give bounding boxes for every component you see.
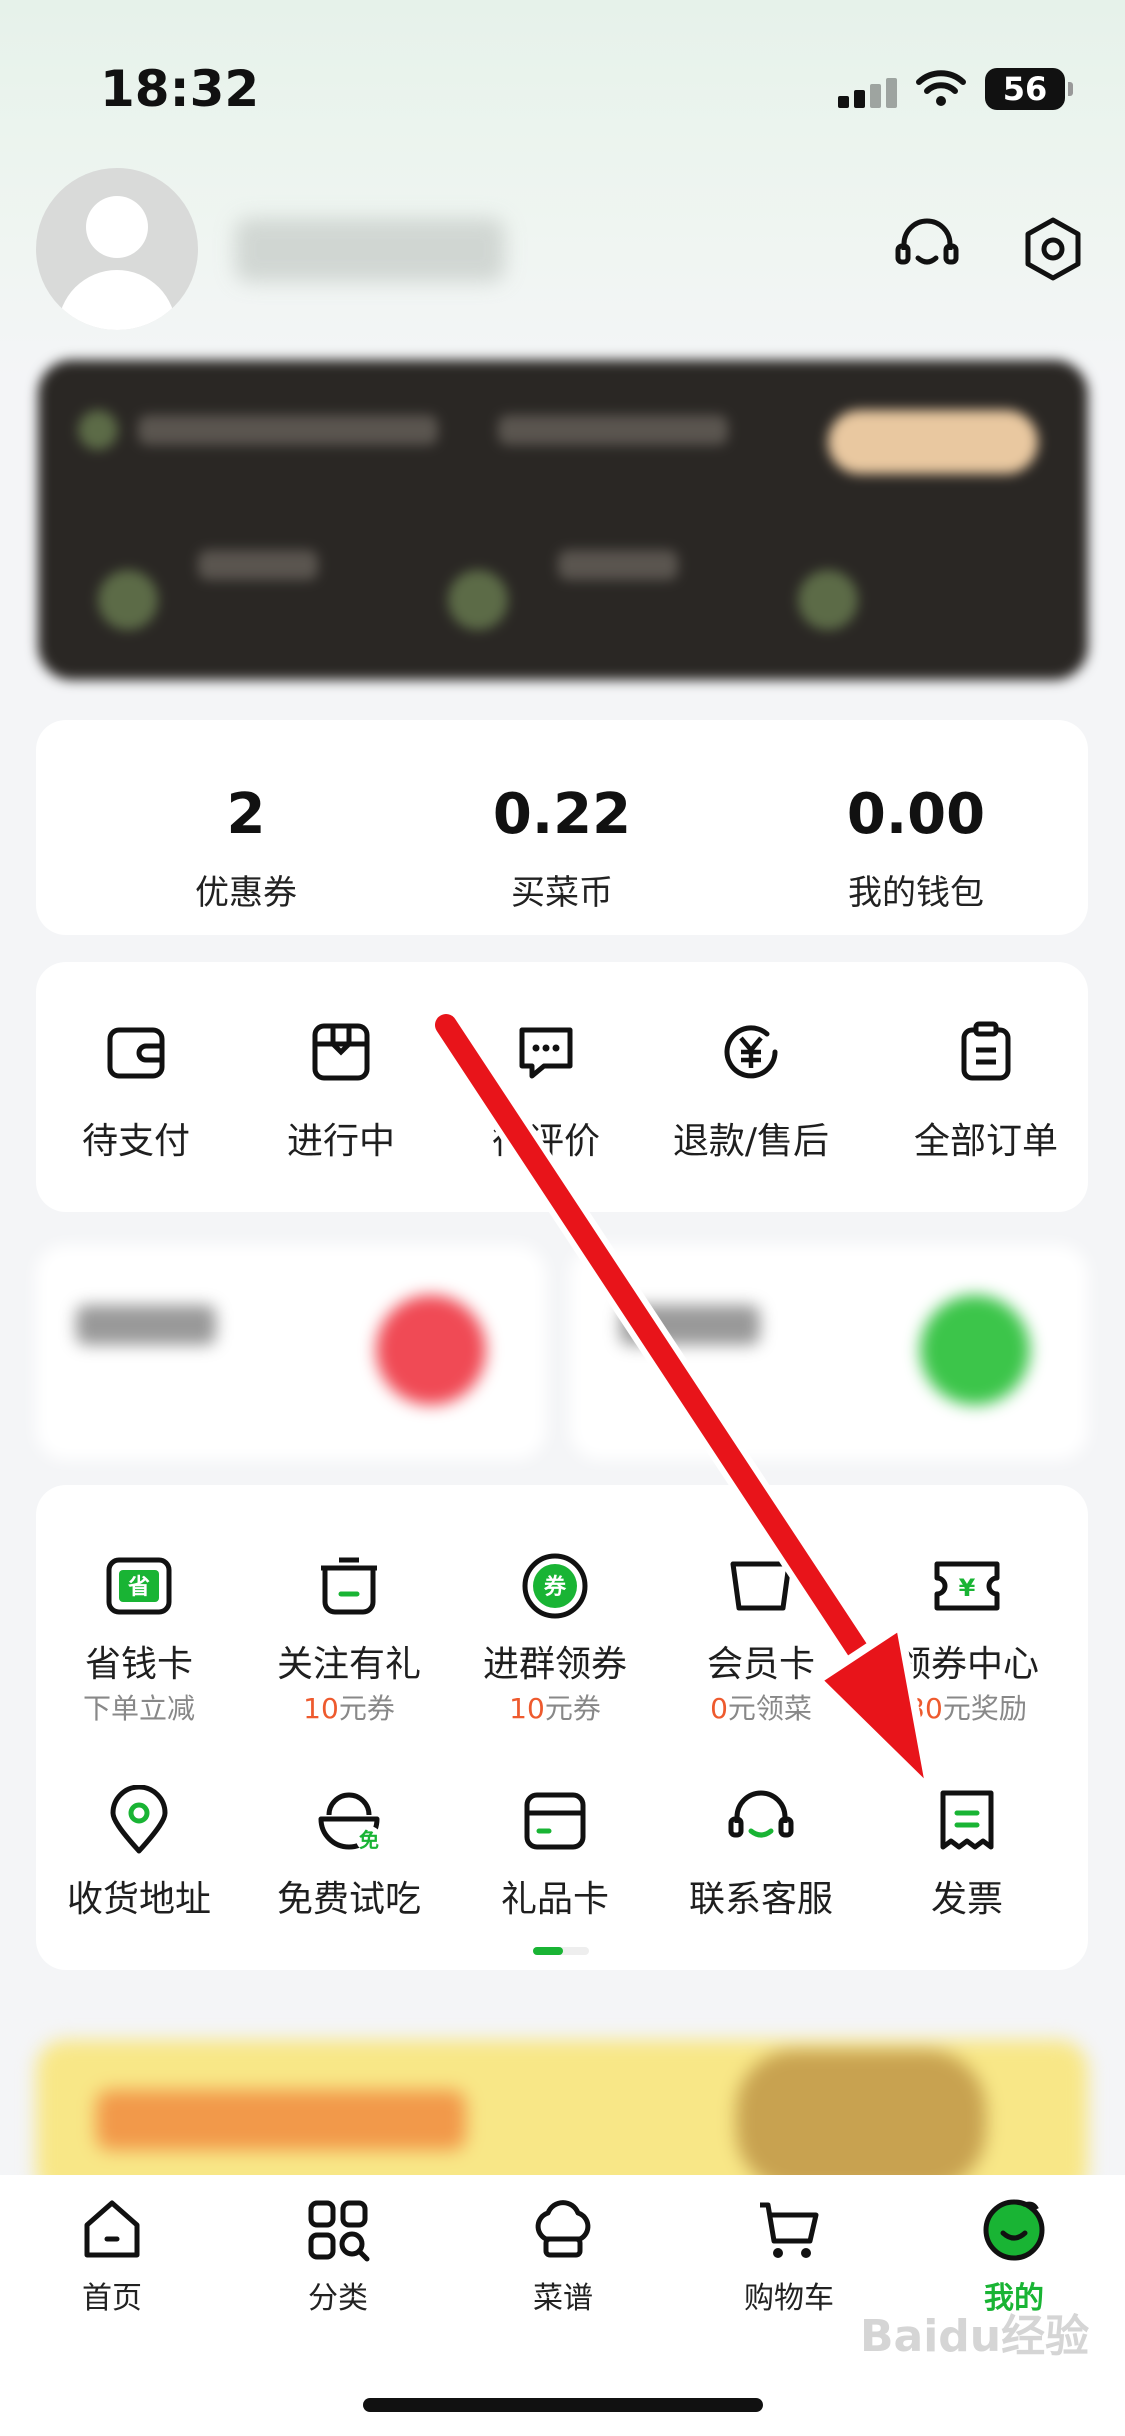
order-label: 待支付	[81, 1121, 190, 1162]
membership-banner-blurred[interactable]	[38, 360, 1088, 680]
wallet-icon	[107, 1027, 165, 1079]
asset-value: 2	[226, 782, 266, 847]
gift-pot-icon	[321, 1557, 377, 1615]
username-blurred[interactable]	[235, 218, 505, 282]
order-all[interactable]: 全部订单	[886, 962, 1086, 1212]
promo-card-right-blurred[interactable]	[570, 1245, 1088, 1460]
tab-label: 首页	[82, 2281, 142, 2316]
status-time: 18:32	[100, 60, 260, 118]
asset-label: 我的钱包	[848, 873, 984, 913]
service-label: 联系客服	[688, 1879, 833, 1920]
home-indicator[interactable]	[363, 2398, 763, 2412]
svg-text:¥: ¥	[959, 1574, 976, 1602]
service-label: 收货地址	[66, 1879, 211, 1920]
service-label: 省钱卡	[84, 1644, 193, 1685]
service-sub: 下单立减	[82, 1692, 195, 1725]
member-card-icon	[730, 1561, 792, 1611]
service-label: 关注有礼	[276, 1644, 421, 1685]
home-icon	[84, 2200, 140, 2258]
service-label: 领券中心	[894, 1644, 1039, 1685]
profile-face-icon	[983, 2199, 1045, 2261]
service-sub: 10元券	[509, 1692, 601, 1725]
coupon-circle-icon: 券	[522, 1553, 588, 1619]
service-label: 发票	[930, 1879, 1003, 1920]
tab-label: 分类	[308, 2281, 368, 2316]
avatar[interactable]	[36, 168, 198, 330]
orders-card: 待支付 进行中 待评价 退款/售后 全部订单	[36, 962, 1088, 1212]
settings-icon[interactable]	[1018, 214, 1088, 284]
page-indicator	[533, 1947, 589, 1955]
service-label: 进群领券	[482, 1644, 627, 1685]
order-label: 全部订单	[913, 1121, 1058, 1162]
chat-icon	[519, 1027, 573, 1079]
asset-label: 买菜币	[511, 873, 613, 913]
chef-hat-icon	[535, 2200, 591, 2258]
tab-label: 菜谱	[533, 2281, 593, 2316]
cart-icon	[760, 2202, 819, 2258]
free-bowl-icon: 免	[318, 1792, 382, 1852]
battery-indicator: 56	[985, 68, 1073, 110]
order-pending-payment[interactable]: 待支付	[36, 962, 236, 1212]
clipboard-icon	[961, 1021, 1011, 1081]
services-card: 省 省钱卡 下单立减 关注有礼 10元券 券 进群领券 10元券 会员卡 0元领…	[36, 1485, 1088, 1970]
box-icon	[312, 1023, 370, 1081]
asset-value: 0.22	[492, 782, 632, 847]
refund-icon	[724, 1025, 778, 1079]
asset-card: 2 优惠券 0.22 买菜币 0.00 我的钱包	[36, 720, 1088, 935]
order-to-review[interactable]: 待评价	[446, 962, 646, 1212]
invoice-icon	[940, 1790, 994, 1850]
tab-label: 购物车	[744, 2281, 834, 2316]
save-card-icon: 省	[106, 1557, 172, 1615]
location-icon	[110, 1785, 168, 1854]
watermark: Baidu经验	[860, 2311, 1090, 2362]
promo-card-left-blurred[interactable]	[36, 1245, 546, 1460]
order-label: 待评价	[491, 1121, 600, 1162]
service-label: 免费试吃	[276, 1879, 421, 1920]
service-sub: 0元领菜	[710, 1692, 812, 1725]
service-label: 会员卡	[706, 1644, 815, 1685]
svg-text:免: 免	[359, 1828, 379, 1852]
service-sub: 10元券	[303, 1692, 395, 1725]
asset-value: 0.00	[846, 782, 986, 847]
svg-text:省: 省	[127, 1575, 150, 1600]
order-in-progress[interactable]: 进行中	[241, 962, 441, 1212]
order-label: 退款/售后	[672, 1121, 830, 1162]
service-label: 礼品卡	[500, 1879, 609, 1920]
asset-label: 优惠券	[195, 873, 297, 913]
signal-icon	[838, 78, 898, 108]
gift-card-icon	[524, 1792, 586, 1850]
headset-icon[interactable]	[892, 214, 962, 284]
order-refund[interactable]: 退款/售后	[651, 962, 851, 1212]
grid-icon	[308, 2200, 370, 2262]
order-label: 进行中	[286, 1121, 395, 1162]
wifi-icon	[916, 70, 966, 106]
service-sub: 30元奖励	[907, 1692, 1027, 1725]
headset-icon	[728, 1790, 794, 1838]
ticket-icon: ¥	[934, 1561, 1000, 1611]
svg-text:券: 券	[543, 1574, 567, 1600]
